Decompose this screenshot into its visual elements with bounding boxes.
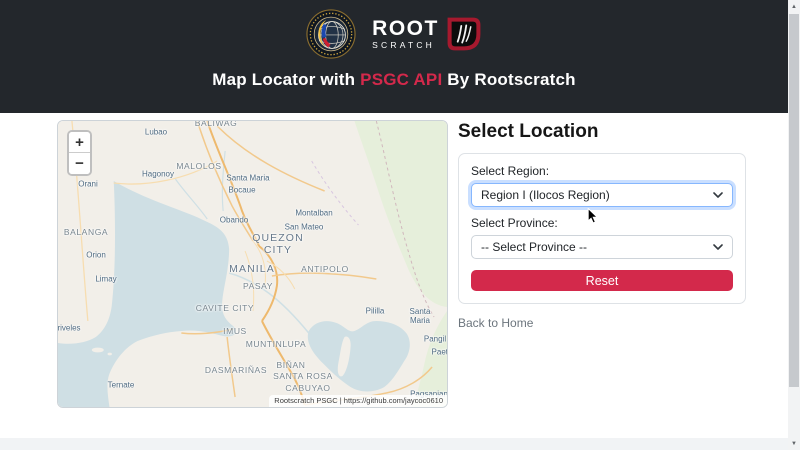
- page: ROOT SCRATCH Map Locator with PSGC API B…: [0, 0, 800, 450]
- zoom-out-button[interactable]: −: [69, 153, 90, 174]
- header: ROOT SCRATCH Map Locator with PSGC API B…: [0, 0, 788, 113]
- rootscratch-logo-root: ROOT: [372, 18, 439, 39]
- page-title-prefix: Map Locator with: [212, 70, 360, 89]
- back-to-home-link[interactable]: Back to Home: [458, 316, 533, 330]
- province-select-value: -- Select Province --: [481, 240, 587, 254]
- location-panel: Select Location Select Region: Region I …: [458, 121, 746, 332]
- province-label: Select Province:: [471, 216, 733, 230]
- map-container[interactable]: BALIWAGLubaoMALOLOSHagonoySanta MariaBoc…: [57, 120, 448, 408]
- chevron-down-icon: [713, 244, 723, 250]
- header-logos: ROOT SCRATCH: [306, 9, 482, 59]
- chevron-down-icon: [713, 192, 723, 198]
- scrollbar-track[interactable]: [788, 13, 800, 437]
- rootscratch-logo: ROOT SCRATCH: [372, 16, 482, 52]
- map-attribution[interactable]: Rootscratch PSGC | https://github.com/ja…: [269, 395, 447, 407]
- page-title-suffix: By Rootscratch: [442, 70, 575, 89]
- scrollbar-thumb[interactable]: [789, 14, 799, 387]
- region-select-value: Region I (Ilocos Region): [481, 188, 610, 202]
- rootscratch-logo-scratch: SCRATCH: [372, 41, 439, 50]
- footer-strip: [0, 438, 788, 450]
- main-area: BALIWAGLubaoMALOLOSHagonoySanta MariaBoc…: [0, 113, 788, 450]
- map-zoom-control: + −: [67, 130, 92, 176]
- region-select[interactable]: Region I (Ilocos Region): [471, 183, 733, 207]
- region-label: Select Region:: [471, 164, 733, 178]
- psa-seal-logo: [306, 9, 356, 59]
- map-canvas: [58, 121, 447, 407]
- scrollbar-up-arrow-icon[interactable]: ▲: [788, 0, 800, 13]
- vertical-scrollbar[interactable]: ▲ ▼: [788, 0, 800, 450]
- selector-card: Select Region: Region I (Ilocos Region) …: [458, 153, 746, 304]
- rootscratch-logo-text: ROOT SCRATCH: [372, 18, 439, 50]
- scrollbar-down-arrow-icon[interactable]: ▼: [788, 437, 800, 450]
- page-title-highlight: PSGC API: [360, 70, 442, 89]
- panel-heading: Select Location: [458, 121, 746, 143]
- content-column: ROOT SCRATCH Map Locator with PSGC API B…: [0, 0, 788, 450]
- rootscratch-shield-icon: [446, 16, 482, 52]
- province-select[interactable]: -- Select Province --: [471, 235, 733, 259]
- zoom-in-button[interactable]: +: [69, 132, 90, 153]
- reset-button[interactable]: Reset: [471, 270, 733, 291]
- page-title: Map Locator with PSGC API By Rootscratch: [212, 70, 576, 90]
